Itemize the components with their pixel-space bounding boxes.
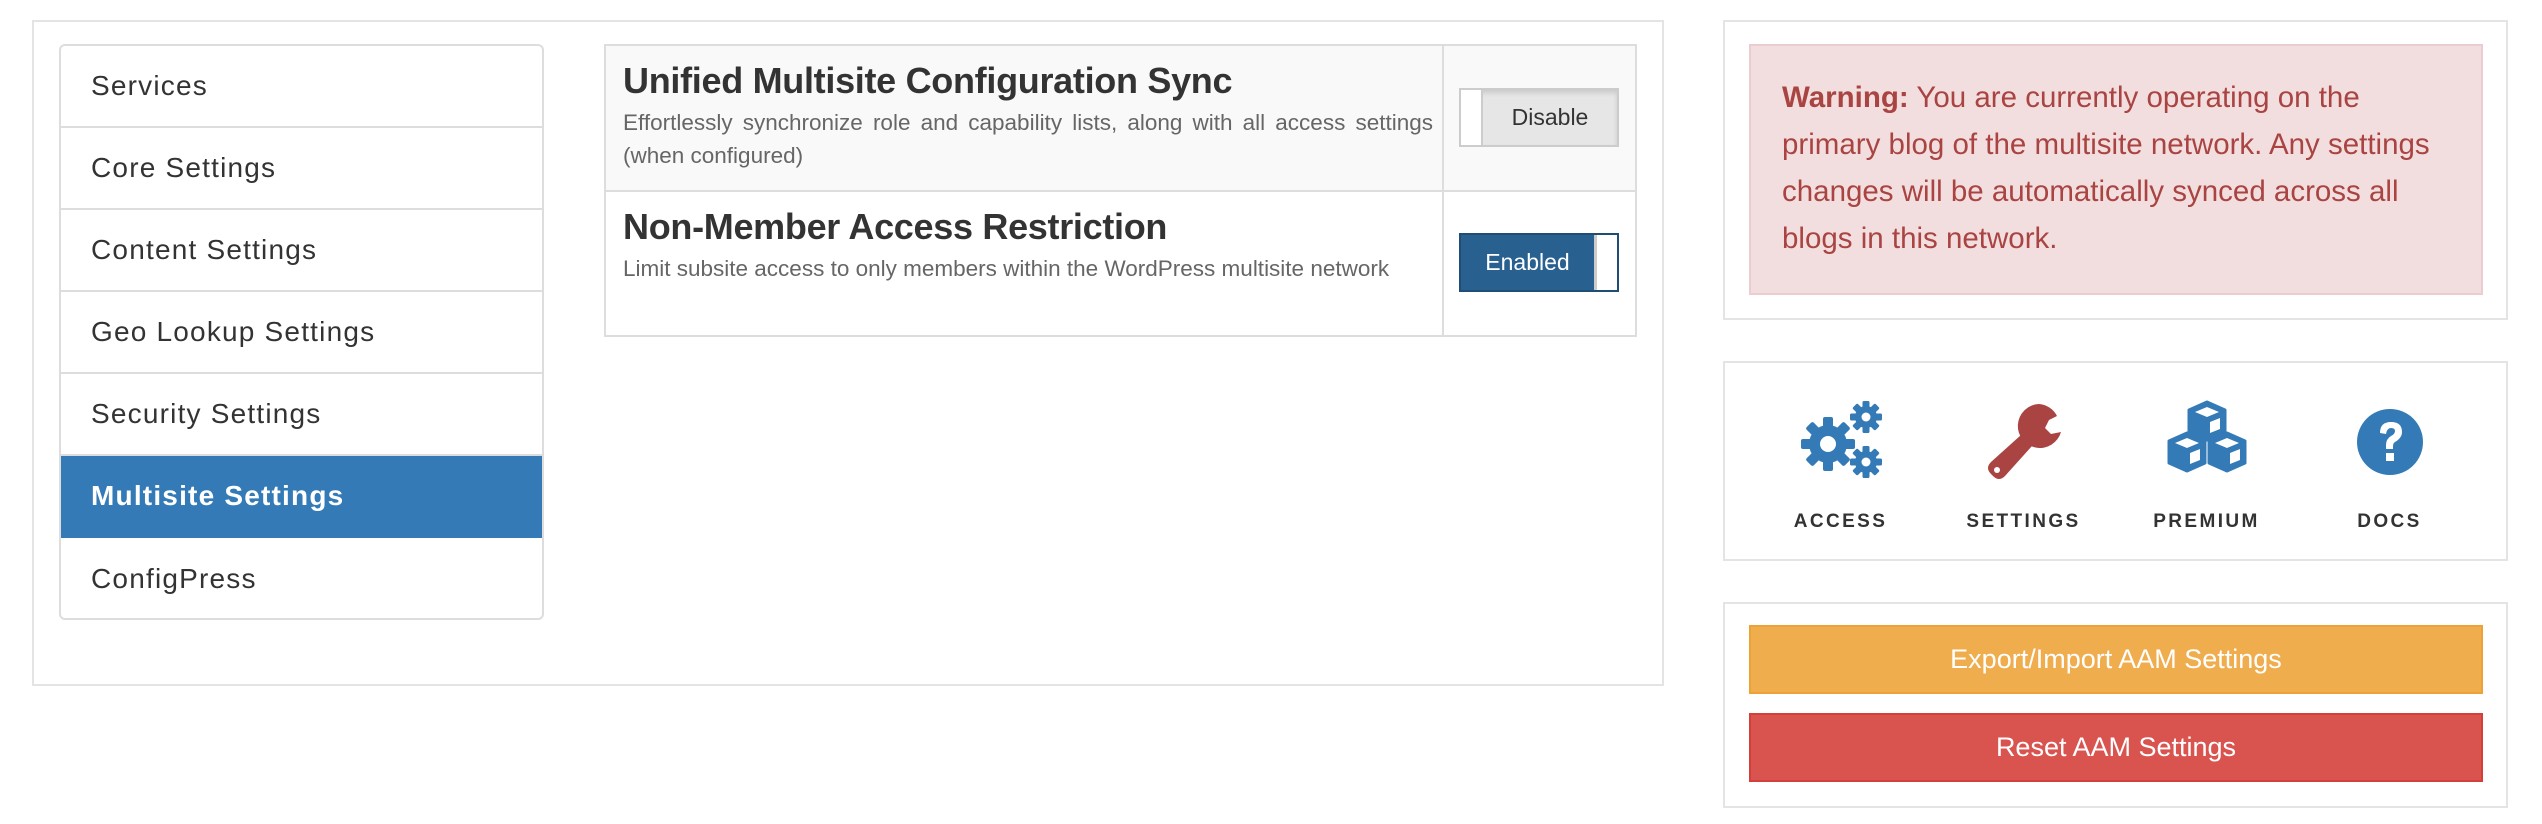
sidebar-item-security-settings[interactable]: Security Settings [61,374,542,456]
nav-label: DOCS [2357,511,2422,532]
setting-title: Unified Multisite Configuration Sync [623,60,1233,101]
toggle-knob [1594,235,1617,290]
setting-text: Non-Member Access Restriction Limit subs… [623,204,1433,285]
question-circle-icon [2356,409,2423,475]
multisite-settings-table: Unified Multisite Configuration Sync Eff… [604,44,1637,337]
cubes-icon [2167,400,2246,473]
nav-label: SETTINGS [1966,511,2081,532]
setting-row-non-member-restriction: Non-Member Access Restriction Limit subs… [606,192,1635,335]
non-member-restriction-toggle[interactable]: Enabled [1459,233,1619,292]
setting-text: Unified Multisite Configuration Sync Eff… [623,58,1433,172]
nav-label: ACCESS [1793,511,1888,532]
sidebar-item-core-settings[interactable]: Core Settings [61,128,542,210]
sidebar-item-content-settings[interactable]: Content Settings [61,210,542,292]
reset-settings-button[interactable]: Reset AAM Settings [1749,713,2483,782]
nav-label: PREMIUM [2153,511,2260,532]
sidebar-item-services[interactable]: Services [61,46,542,128]
setting-description: Limit subsite access to only members wit… [623,256,1390,281]
toggle-knob [1461,90,1483,145]
gears-icon [1800,401,1882,478]
nav-access[interactable]: ACCESS [1749,396,1932,546]
column-divider [1442,192,1444,335]
export-import-settings-button[interactable]: Export/Import AAM Settings [1749,625,2483,694]
wrench-icon [1987,404,2061,479]
settings-sidebar: Services Core Settings Content Settings … [59,44,544,620]
warning-prefix: Warning: [1782,81,1909,114]
nav-settings[interactable]: SETTINGS [1932,396,2115,546]
column-divider [1442,46,1444,190]
sidebar-item-geo-lookup-settings[interactable]: Geo Lookup Settings [61,292,542,374]
toggle-label: Disable [1511,104,1589,130]
setting-description: Effortlessly synchronize role and capabi… [623,110,1433,168]
setting-row-unified-sync: Unified Multisite Configuration Sync Eff… [606,46,1635,192]
sidebar-item-configpress[interactable]: ConfigPress [61,538,542,618]
nav-premium[interactable]: PREMIUM [2115,396,2298,546]
warning-alert: Warning: You are currently operating on … [1749,44,2483,295]
toggle-label: Enabled [1485,249,1570,275]
setting-title: Non-Member Access Restriction [623,206,1168,247]
unified-sync-toggle[interactable]: Disable [1459,88,1619,147]
nav-docs[interactable]: DOCS [2298,396,2481,546]
sidebar-item-multisite-settings[interactable]: Multisite Settings [61,456,542,538]
